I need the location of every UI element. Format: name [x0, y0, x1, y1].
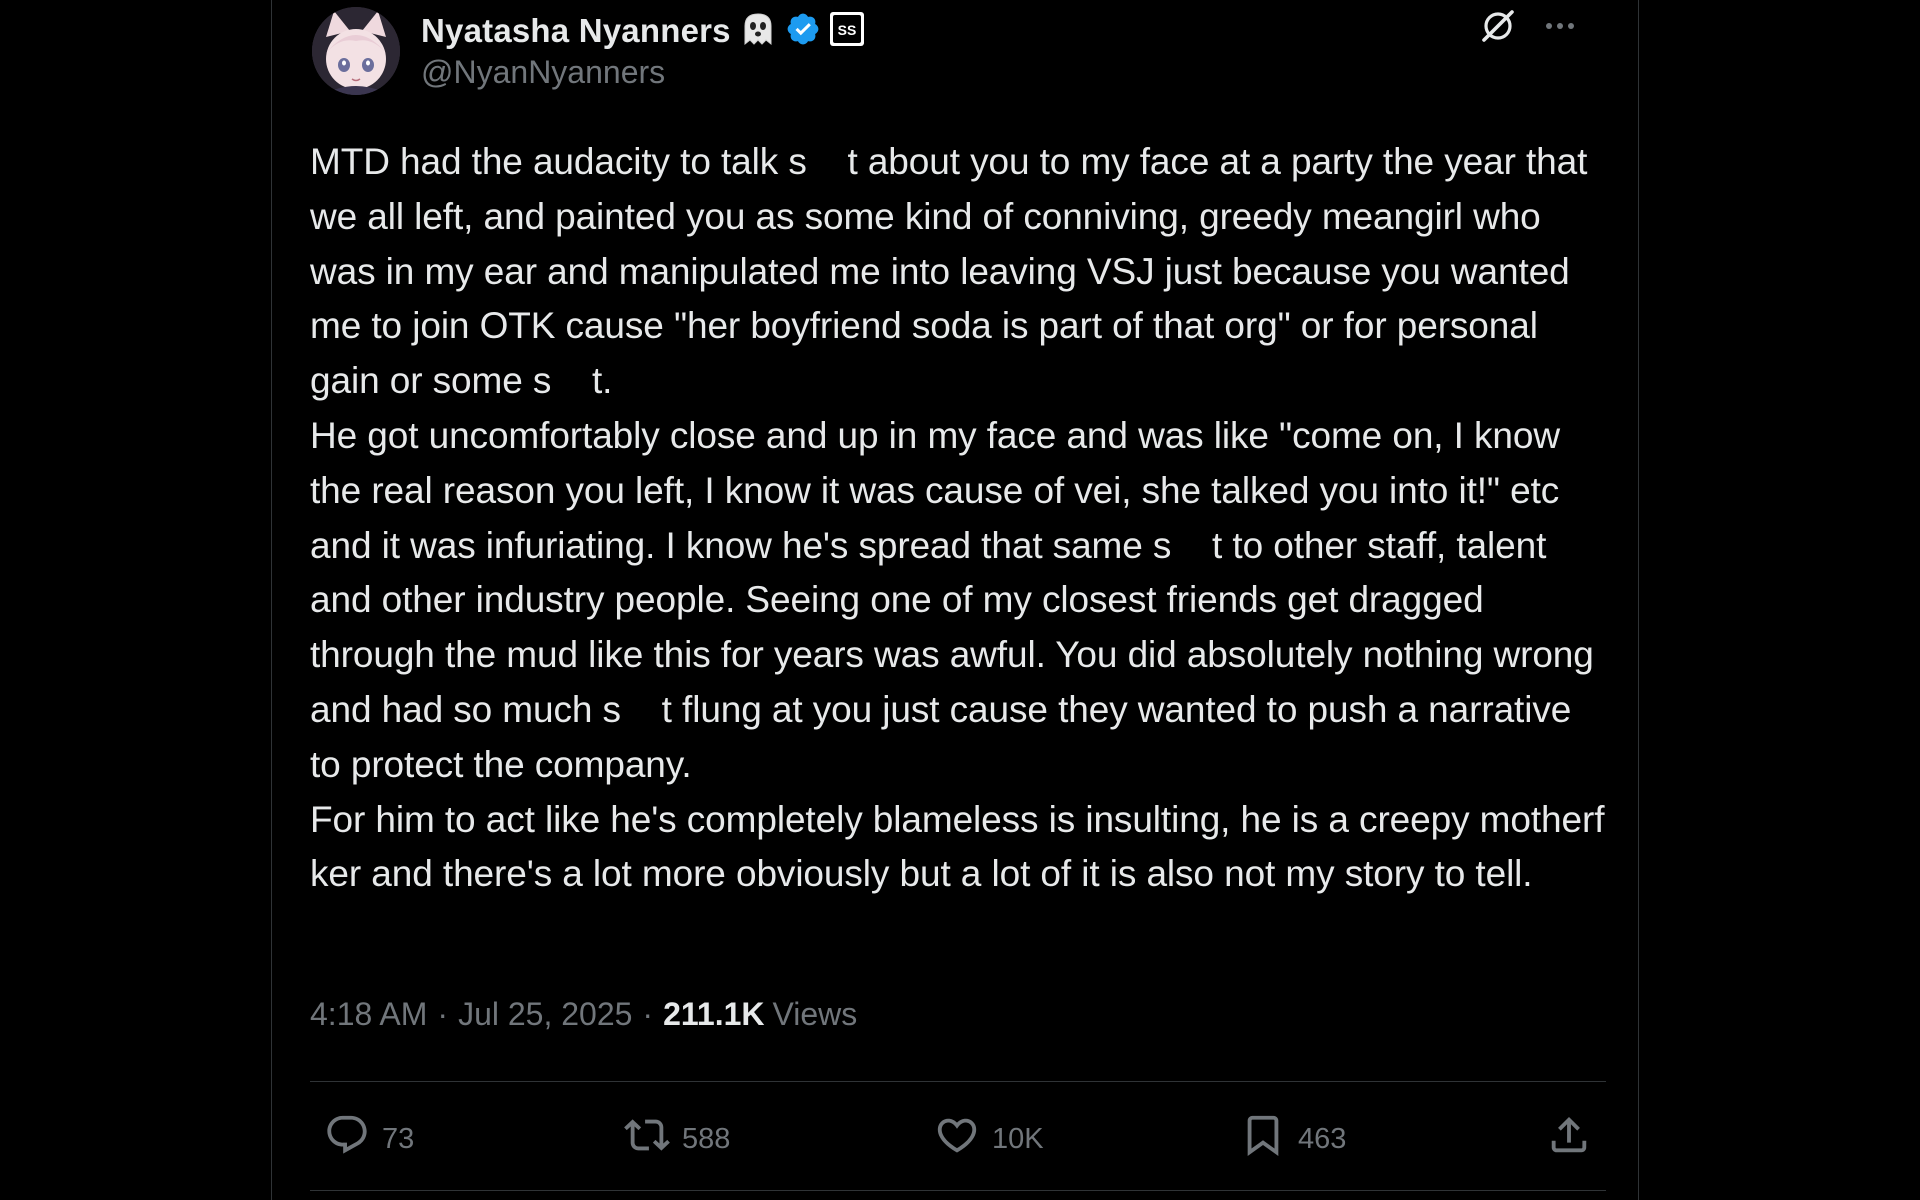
bookmark-icon [1240, 1112, 1286, 1166]
views[interactable]: 211.1K Views [663, 996, 857, 1033]
divider-bottom [310, 1190, 1606, 1191]
like-count: 10K [992, 1122, 1044, 1155]
share-button[interactable] [1546, 1112, 1592, 1166]
repost-icon [624, 1112, 670, 1166]
post: Nyatasha Nyanners SS @NyanNyanners MTD h… [310, 0, 1606, 1200]
like-button[interactable]: 10K [934, 1112, 1044, 1166]
post-text: MTD had the audacity to talk s t about y… [310, 141, 1605, 895]
bookmark-button[interactable]: 463 [1240, 1112, 1346, 1166]
views-count: 211.1K [663, 996, 765, 1032]
heart-icon [934, 1112, 980, 1166]
repost-count: 588 [682, 1122, 731, 1155]
views-label: Views [772, 996, 858, 1032]
post-header-actions [1478, 6, 1578, 46]
more-icon[interactable] [1542, 8, 1578, 44]
post-time[interactable]: 4:18 AM [310, 996, 427, 1033]
repost-button[interactable]: 588 [624, 1112, 730, 1166]
display-name[interactable]: Nyatasha Nyanners [421, 12, 731, 50]
reply-icon [324, 1112, 370, 1166]
avatar-image [312, 7, 400, 95]
meta-separator: · [642, 996, 654, 1032]
grok-icon[interactable] [1478, 6, 1518, 46]
reply-button[interactable]: 73 [324, 1112, 414, 1166]
author-handle[interactable]: @NyanNyanners [421, 54, 665, 91]
avatar[interactable] [312, 7, 400, 95]
bookmark-count: 463 [1298, 1122, 1347, 1155]
svg-text:SS: SS [837, 22, 856, 38]
affiliate-badge-icon[interactable]: SS [829, 11, 865, 52]
timeline-column: Nyatasha Nyanners SS @NyanNyanners MTD h… [271, 0, 1639, 1200]
meta-separator: · [437, 996, 449, 1032]
post-meta: 4:18 AM · Jul 25, 2025 · 211.1K Views [310, 996, 857, 1033]
share-icon [1546, 1112, 1592, 1166]
post-date[interactable]: Jul 25, 2025 [458, 996, 632, 1033]
author-name-row: Nyatasha Nyanners SS [421, 8, 865, 54]
reply-count: 73 [382, 1122, 415, 1155]
action-bar: 73 588 10K 463 [310, 1082, 1606, 1194]
verified-badge-icon[interactable] [785, 11, 821, 52]
ghost-emoji-icon [739, 10, 777, 53]
